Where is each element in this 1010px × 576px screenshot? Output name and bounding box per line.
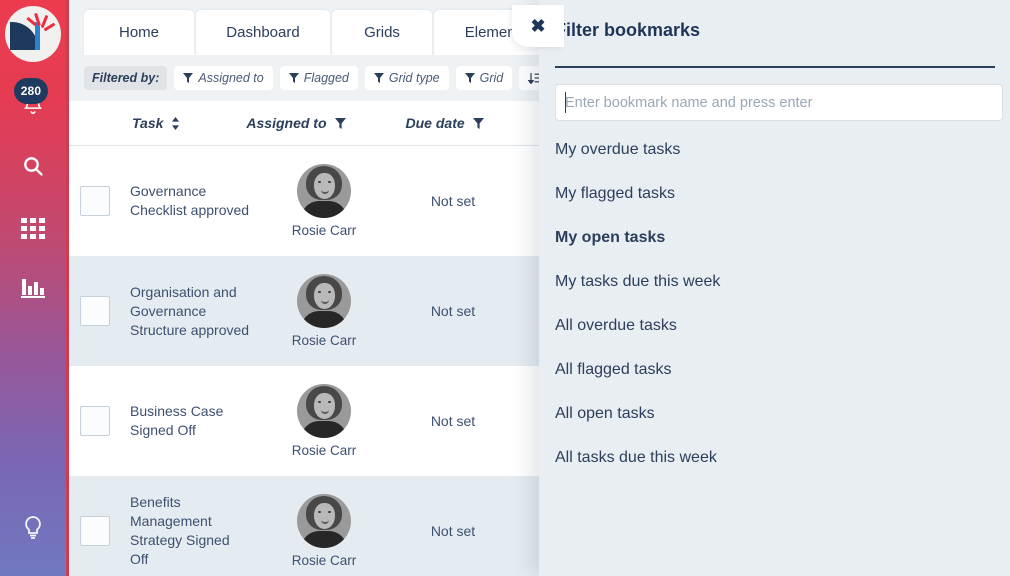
app-root: 280 Home Dashboard Grids Elements Filter… bbox=[0, 0, 1010, 576]
cell-assigned-to: Rosie Carr bbox=[264, 164, 384, 238]
notification-count-badge: 280 bbox=[14, 78, 48, 104]
funnel-icon bbox=[464, 73, 475, 83]
column-header-label: Task bbox=[132, 115, 164, 131]
logo-icon[interactable] bbox=[5, 6, 61, 62]
cell-due-date: Not set bbox=[430, 193, 476, 209]
tab-dashboard[interactable]: Dashboard bbox=[196, 10, 330, 55]
filter-chip-assigned-to[interactable]: Assigned to bbox=[174, 66, 273, 90]
reports-chart-icon[interactable] bbox=[11, 268, 55, 312]
cell-task: Business Case Signed Off bbox=[130, 403, 224, 438]
lightbulb-icon[interactable] bbox=[11, 506, 55, 550]
assignee-name: Rosie Carr bbox=[291, 333, 357, 348]
row-checkbox[interactable] bbox=[80, 296, 110, 326]
column-header-label: Due date bbox=[405, 115, 465, 131]
cell-due-date: Not set bbox=[430, 413, 476, 429]
lightbulb-glyph bbox=[25, 516, 41, 539]
avatar bbox=[297, 384, 351, 438]
logo-pie-shape bbox=[10, 22, 38, 50]
column-header-assigned-to[interactable]: Assigned to bbox=[246, 115, 346, 131]
column-header-task[interactable]: Task bbox=[132, 115, 180, 131]
bookmark-item-all-open-tasks[interactable]: All open tasks bbox=[555, 392, 995, 436]
avatar bbox=[297, 494, 351, 548]
tab-home[interactable]: Home bbox=[84, 10, 194, 55]
cell-task: Benefits Management Strategy Signed Off bbox=[130, 494, 230, 567]
row-checkbox[interactable] bbox=[80, 186, 110, 216]
filter-chip-label: Assigned to bbox=[198, 71, 264, 85]
funnel-icon bbox=[334, 117, 346, 129]
grid-glyph bbox=[21, 217, 45, 239]
column-header-label: Assigned to bbox=[246, 115, 327, 131]
logo-ray bbox=[43, 22, 56, 32]
filtered-by-label: Filtered by: bbox=[84, 66, 168, 90]
close-panel-button[interactable]: ✖ bbox=[512, 5, 564, 47]
avatar bbox=[297, 164, 351, 218]
bookmark-search-input[interactable] bbox=[555, 84, 1003, 121]
filter-chip-flagged[interactable]: Flagged bbox=[279, 66, 358, 90]
search-icon[interactable] bbox=[11, 144, 55, 188]
filter-chip-label: Grid type bbox=[388, 71, 440, 85]
bookmark-item-my-tasks-due-this-week[interactable]: My tasks due this week bbox=[555, 260, 995, 304]
filter-chip-label: Flagged bbox=[303, 71, 349, 85]
magnifier-glyph bbox=[24, 157, 43, 176]
bookmark-item-all-overdue-tasks[interactable]: All overdue tasks bbox=[555, 304, 995, 348]
cell-assigned-to: Rosie Carr bbox=[264, 494, 384, 568]
bookmark-item-all-tasks-due-this-week[interactable]: All tasks due this week bbox=[555, 436, 995, 480]
bookmark-list: My overdue tasks My flagged tasks My ope… bbox=[555, 128, 995, 480]
accent-left-border bbox=[66, 0, 69, 576]
cell-task: Governance Checklist approved bbox=[130, 183, 250, 218]
panel-title: Filter bookmarks bbox=[555, 20, 701, 40]
logo-pie-edge bbox=[35, 22, 40, 50]
funnel-icon bbox=[183, 73, 194, 83]
panel-divider bbox=[555, 66, 995, 68]
cell-due-date: Not set bbox=[430, 303, 476, 319]
bar-chart-glyph bbox=[21, 279, 45, 298]
bookmark-item-my-open-tasks[interactable]: My open tasks bbox=[555, 216, 995, 260]
assignee-name: Rosie Carr bbox=[291, 553, 357, 568]
apps-grid-icon[interactable] bbox=[11, 206, 55, 250]
cell-assigned-to: Rosie Carr bbox=[264, 274, 384, 348]
funnel-icon bbox=[373, 73, 384, 83]
row-checkbox[interactable] bbox=[80, 516, 110, 546]
cell-task: Organisation and Governance Structure ap… bbox=[130, 283, 250, 338]
cell-assigned-to: Rosie Carr bbox=[264, 384, 384, 458]
bookmark-item-all-flagged-tasks[interactable]: All flagged tasks bbox=[555, 348, 995, 392]
tab-grids[interactable]: Grids bbox=[332, 10, 432, 55]
sort-icon bbox=[172, 116, 180, 130]
filter-chip-label: Grid bbox=[479, 71, 504, 85]
funnel-icon bbox=[472, 117, 484, 129]
filter-chip-grid-type[interactable]: Grid type bbox=[364, 66, 449, 90]
avatar bbox=[297, 274, 351, 328]
close-icon: ✖ bbox=[530, 15, 546, 36]
filter-bookmarks-panel: Filter bookmarks My overdue tasks My fla… bbox=[539, 0, 1010, 576]
assignee-name: Rosie Carr bbox=[291, 443, 357, 458]
row-checkbox[interactable] bbox=[80, 406, 110, 436]
bookmark-item-my-overdue-tasks[interactable]: My overdue tasks bbox=[555, 128, 995, 172]
cell-due-date: Not set bbox=[430, 523, 476, 539]
left-sidebar: 280 bbox=[0, 0, 66, 576]
assignee-name: Rosie Carr bbox=[291, 223, 357, 238]
notifications-icon[interactable]: 280 bbox=[11, 78, 55, 122]
column-header-due-date[interactable]: Due date bbox=[406, 115, 484, 131]
filter-chip-grid[interactable]: Grid bbox=[455, 66, 513, 90]
bookmark-item-my-flagged-tasks[interactable]: My flagged tasks bbox=[555, 172, 995, 216]
text-cursor bbox=[565, 92, 566, 113]
funnel-icon bbox=[288, 73, 299, 83]
